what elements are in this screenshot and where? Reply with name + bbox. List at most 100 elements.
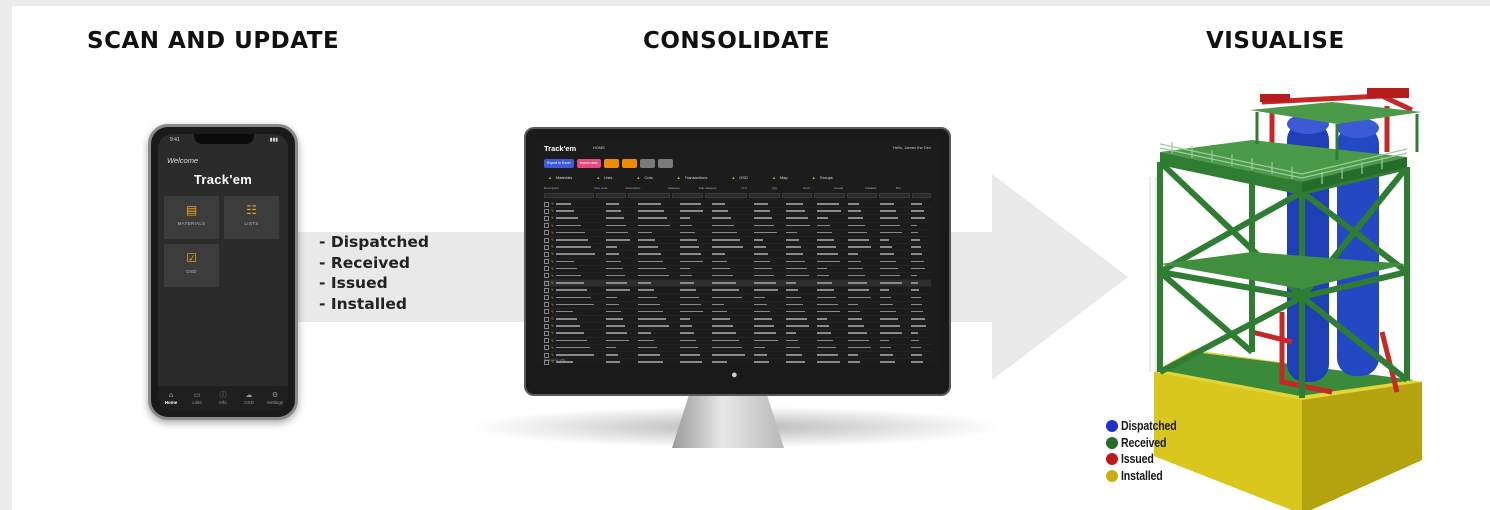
table-row[interactable]: ✎: [544, 294, 931, 302]
row-checkbox[interactable]: [544, 345, 549, 351]
table-row[interactable]: ✎: [544, 338, 931, 345]
edit-icon[interactable]: ✎: [551, 245, 554, 249]
row-checkbox[interactable]: [544, 316, 549, 322]
table-row[interactable]: ✎: [544, 208, 931, 216]
table-row[interactable]: ✎: [544, 316, 931, 324]
table-row[interactable]: ✎: [544, 345, 931, 352]
edit-icon[interactable]: ✎: [551, 274, 554, 278]
table-row[interactable]: ✎: [544, 237, 931, 245]
app-column-filter-input[interactable]: [595, 193, 627, 198]
app-column-filter-input[interactable]: [672, 193, 703, 198]
phone-tab-lists[interactable]: ▭ Lists: [185, 392, 209, 405]
app-column-header[interactable]: Description: [544, 186, 594, 192]
table-row[interactable]: ✎: [544, 201, 931, 209]
app-column-header[interactable]: Description: [625, 186, 668, 192]
edit-icon[interactable]: ✎: [551, 339, 554, 343]
edit-icon[interactable]: ✎: [551, 317, 554, 321]
app-column-header[interactable]: Sub category: [699, 186, 742, 192]
app-tab[interactable]: ▲ Lists: [584, 173, 624, 183]
table-row[interactable]: ✎: [544, 302, 931, 309]
phone-tile-lists[interactable]: ☷ LISTS: [224, 196, 279, 239]
app-column-filter-input[interactable]: [879, 193, 910, 198]
app-toolbar-button[interactable]: [657, 159, 673, 168]
app-user-menu[interactable]: Hello, James the Dev: [893, 145, 931, 150]
app-column-header[interactable]: Category: [668, 186, 699, 192]
table-row[interactable]: ✎: [544, 359, 931, 365]
app-toolbar-button[interactable]: Export to Excel: [544, 159, 574, 168]
row-checkbox[interactable]: [544, 330, 549, 336]
app-tab[interactable]: ▲ OSD: [719, 173, 760, 183]
edit-icon[interactable]: ✎: [551, 267, 554, 271]
row-checkbox[interactable]: [544, 230, 549, 236]
edit-icon[interactable]: ✎: [551, 353, 554, 357]
edit-icon[interactable]: ✎: [551, 310, 554, 314]
table-row[interactable]: ✎: [544, 280, 931, 288]
phone-tab-info[interactable]: ⓘ Info: [211, 392, 235, 405]
edit-icon[interactable]: ✎: [551, 202, 554, 206]
app-column-filter-input[interactable]: [628, 193, 671, 198]
app-column-filter-input[interactable]: [704, 193, 747, 198]
edit-icon[interactable]: ✎: [551, 209, 554, 213]
row-checkbox[interactable]: [544, 266, 549, 272]
row-checkbox[interactable]: [544, 215, 549, 221]
row-checkbox[interactable]: [544, 352, 549, 358]
phone-tab-home[interactable]: ⌂ Home: [159, 392, 183, 405]
edit-icon[interactable]: ✎: [551, 252, 554, 256]
phone-tile-osd[interactable]: ☑ OSD: [164, 244, 219, 287]
app-column-header[interactable]: Qty: [772, 186, 803, 192]
row-checkbox[interactable]: [544, 273, 549, 279]
table-row[interactable]: ✎: [544, 352, 931, 360]
app-column-header[interactable]: Installed: [865, 186, 896, 192]
edit-icon[interactable]: ✎: [551, 296, 554, 300]
app-column-header[interactable]: Rcvd: [803, 186, 834, 192]
row-checkbox[interactable]: [544, 280, 549, 286]
app-column-header[interactable]: Issued: [834, 186, 865, 192]
app-tab[interactable]: ▲ Cuts: [624, 173, 664, 183]
edit-icon[interactable]: ✎: [551, 238, 554, 242]
app-column-filter-input[interactable]: [911, 193, 931, 198]
row-checkbox[interactable]: [544, 244, 549, 250]
table-row[interactable]: ✎: [544, 273, 931, 281]
app-toolbar-button[interactable]: [621, 159, 637, 168]
edit-icon[interactable]: ✎: [551, 224, 554, 228]
row-checkbox[interactable]: [544, 338, 549, 344]
table-row[interactable]: ✎: [544, 309, 931, 316]
app-toolbar-button[interactable]: Import data: [576, 159, 601, 168]
edit-icon[interactable]: ✎: [551, 216, 554, 220]
app-tab[interactable]: ▲ Materials: [536, 173, 584, 183]
phone-tab-settings[interactable]: ⚙ Settings: [263, 392, 287, 405]
app-breadcrumb[interactable]: HOME: [593, 145, 605, 150]
app-column-filter-input[interactable]: [544, 193, 594, 198]
app-column-filter-input[interactable]: [781, 193, 813, 198]
table-row[interactable]: ✎: [544, 244, 931, 252]
row-checkbox[interactable]: [544, 237, 549, 243]
edit-icon[interactable]: ✎: [551, 331, 554, 335]
row-checkbox[interactable]: [544, 295, 549, 301]
row-checkbox[interactable]: [544, 287, 549, 293]
table-row[interactable]: ✎: [544, 330, 931, 338]
table-row[interactable]: ✎: [544, 215, 931, 223]
app-tab[interactable]: ▲ Map: [760, 173, 800, 183]
app-column-header[interactable]: Item code: [594, 186, 625, 192]
app-toolbar-button[interactable]: [603, 159, 619, 168]
edit-icon[interactable]: ✎: [551, 303, 554, 307]
table-row[interactable]: ✎: [544, 287, 931, 295]
row-checkbox[interactable]: [544, 251, 549, 257]
app-column-header[interactable]: Unit: [741, 186, 772, 192]
phone-tab-osd[interactable]: ☁ OSD: [237, 392, 261, 405]
phone-tile-materials[interactable]: ▤ MATERIALS: [164, 196, 219, 239]
table-row[interactable]: ✎: [544, 230, 931, 237]
app-column-filter-input[interactable]: [814, 193, 845, 198]
edit-icon[interactable]: ✎: [551, 231, 554, 235]
edit-icon[interactable]: ✎: [551, 346, 554, 350]
row-checkbox[interactable]: [544, 208, 549, 214]
table-row[interactable]: ✎: [544, 223, 931, 230]
table-row[interactable]: ✎: [544, 251, 931, 259]
edit-icon[interactable]: ✎: [551, 260, 554, 264]
app-column-filter-input[interactable]: [748, 193, 780, 198]
table-row[interactable]: ✎: [544, 323, 931, 331]
edit-icon[interactable]: ✎: [551, 288, 554, 292]
table-row[interactable]: ✎: [544, 266, 931, 273]
row-checkbox[interactable]: [544, 259, 549, 265]
app-column-header[interactable]: Bal: [896, 186, 915, 192]
